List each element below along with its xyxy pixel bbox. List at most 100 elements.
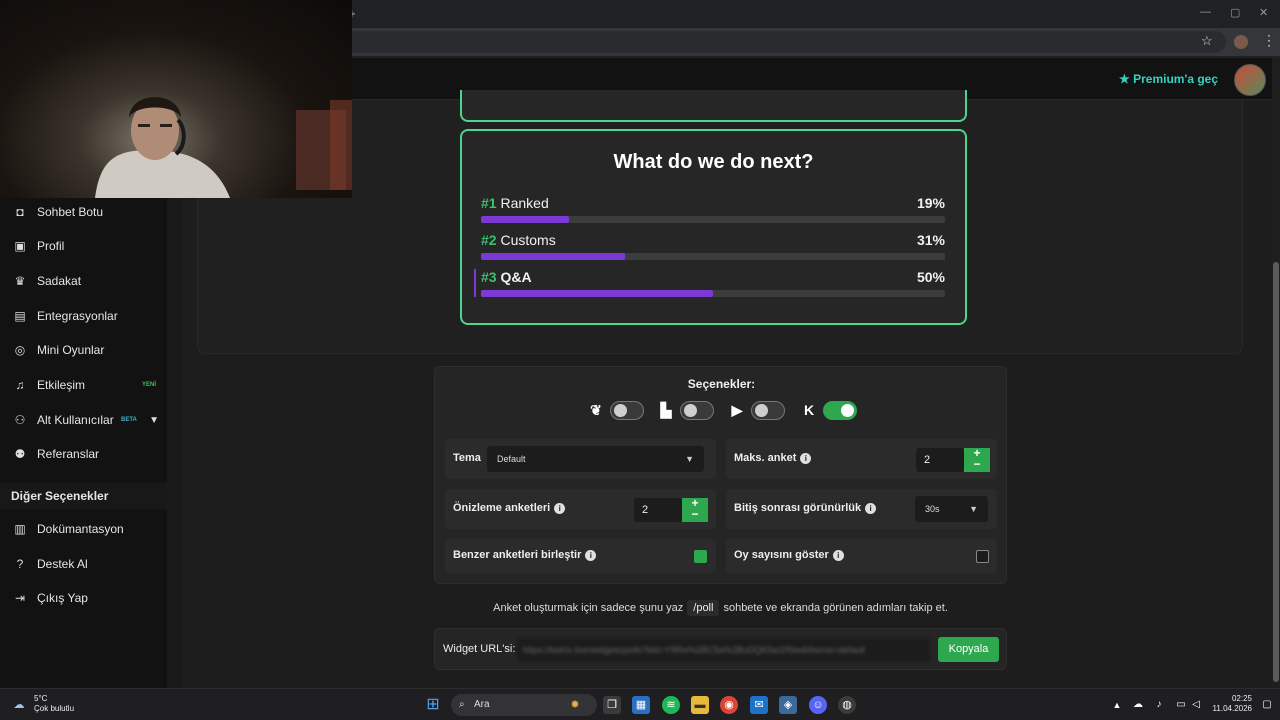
poll-option-number: #3 — [481, 269, 497, 285]
sidebar-item-docs[interactable]: ▥ Dokümantasyon — [0, 514, 167, 544]
chevron-up-icon[interactable]: ▲ — [1108, 696, 1126, 714]
weather-widget[interactable]: 5°C Çok bulutlu — [34, 694, 74, 714]
poll-option-label: Customs — [500, 232, 556, 248]
sidebar-item-minigames[interactable]: ◎ Mini Oyunlar — [0, 335, 167, 365]
chrome-icon[interactable]: ◉ — [720, 696, 738, 714]
platform-toggle[interactable] — [751, 401, 785, 420]
music-note-icon: ♫ — [15, 378, 25, 392]
minimize-button[interactable]: — — [1200, 6, 1211, 18]
store-icon[interactable]: ▦ — [632, 696, 650, 714]
time: 02:25 — [1231, 694, 1252, 703]
usage-hint: Anket oluşturmak için sadece şunu yaz/po… — [434, 600, 1007, 616]
sidebar-item-label: Referanslar — [37, 447, 100, 461]
hint-text-after: sohbete ve ekranda görünen adımları taki… — [723, 602, 948, 614]
platform-toggle[interactable] — [610, 401, 644, 420]
sidebar-item-label: Mini Oyunlar — [37, 343, 105, 357]
microphone-icon[interactable]: ♪ — [1150, 696, 1168, 714]
vpn-icon[interactable]: ◈ — [779, 696, 797, 714]
premium-label: Premium'a geç — [1133, 72, 1218, 86]
sidebar-item-label: Etkileşim — [37, 378, 86, 392]
maximize-button[interactable]: ▢ — [1230, 6, 1240, 19]
bookmark-star-icon[interactable]: ☆ — [1201, 33, 1213, 49]
scrollbar-thumb[interactable] — [1273, 262, 1279, 682]
poll-bar-track — [481, 290, 945, 297]
premium-button[interactable]: ★ Premium'a geç — [1119, 72, 1218, 86]
platform-toggle[interactable] — [680, 401, 714, 420]
taskbar-clock[interactable]: 02:25 11.04.2026 — [1206, 694, 1252, 714]
search-icon: ⌕ — [459, 699, 465, 710]
file-explorer-icon[interactable]: ▬ — [691, 696, 709, 714]
chevron-down-icon[interactable]: ▼ — [149, 415, 159, 426]
poll-bar-fill — [481, 290, 713, 297]
webcam-overlay — [0, 0, 352, 198]
star-icon: ★ — [1119, 72, 1130, 86]
widget-url-field[interactable]: https://botrix.live/widgets/polls?bid=Y9… — [517, 638, 930, 662]
sidebar-item-profile[interactable]: ▣ Profil — [0, 231, 167, 261]
cloud-icon: ☁ — [13, 699, 25, 711]
max-polls-label: Maks. anket — [734, 452, 797, 464]
max-polls-stepper[interactable]: + − — [964, 447, 990, 472]
show-votes-label: Oy sayısını göster — [734, 549, 829, 561]
youtube-icon: ▶ — [731, 402, 743, 418]
merge-label: Benzer anketleri birleştir — [453, 549, 582, 561]
poll-option-percent: 19% — [916, 195, 945, 211]
info-icon[interactable]: i — [800, 452, 812, 464]
preview-polls-setting: Önizleme anketleri i 2 + − — [445, 489, 716, 529]
merge-setting: Benzer anketleri birleştir i — [445, 539, 716, 573]
avatar[interactable] — [1234, 64, 1266, 96]
post-visibility-select[interactable]: 30s ▼ — [915, 496, 988, 522]
volume-icon[interactable]: ◁ — [1187, 696, 1205, 714]
robot-icon: ◘ — [16, 205, 24, 219]
date: 11.04.2026 — [1212, 704, 1252, 713]
chevron-down-icon: ▼ — [969, 504, 978, 514]
sidebar-item-logout[interactable]: ⇥ Çıkış Yap — [0, 583, 167, 613]
sidebar-item-interaction[interactable]: ♫ Etkileşim YENİ — [0, 370, 167, 400]
mail-icon[interactable]: ✉ — [750, 696, 768, 714]
sidebar-item-referrals[interactable]: ⚉ Referanslar — [0, 439, 167, 469]
poll-bar-track — [481, 253, 945, 260]
sidebar-item-chatbot[interactable]: ◘ Sohbet Botu — [0, 197, 167, 227]
onedrive-icon[interactable]: ☁ — [1129, 696, 1147, 714]
preview-polls-stepper[interactable]: + − — [682, 497, 708, 522]
merge-checkbox[interactable] — [694, 550, 707, 563]
show-votes-checkbox[interactable] — [976, 550, 989, 563]
poll-card: What do we do next? #1 Ranked 19% #2 Cus… — [460, 129, 967, 325]
poll-bar-fill — [481, 253, 625, 260]
poll-bar-fill — [481, 216, 570, 223]
webcam-person-image — [95, 97, 352, 198]
selection-indicator — [474, 269, 476, 297]
preview-polls-input[interactable]: 2 — [634, 498, 682, 522]
info-icon[interactable]: i — [865, 502, 877, 514]
platform-toggle[interactable] — [823, 401, 857, 420]
copy-button[interactable]: Kopyala — [938, 637, 999, 662]
info-icon[interactable]: i — [554, 502, 566, 514]
spotify-icon[interactable]: ≋ — [662, 696, 680, 714]
widget-url-panel: Widget URL'si: https://botrix.live/widge… — [434, 628, 1007, 670]
notification-icon[interactable]: ▢ — [1258, 696, 1276, 714]
poll-option: #2 Customs 31% — [481, 232, 947, 262]
extension-icon[interactable] — [1234, 35, 1248, 49]
info-icon[interactable]: i — [832, 549, 844, 561]
sidebar-item-label: Çıkış Yap — [37, 591, 88, 605]
browser-menu-icon[interactable]: ⋮ — [1262, 32, 1276, 49]
discord-icon[interactable]: ☺ — [809, 696, 827, 714]
sidebar-item-subusers[interactable]: ⚇ Alt Kullanıcılar BETA ▼ — [0, 405, 167, 435]
windows-start-icon[interactable]: ⊞ — [424, 696, 442, 714]
theme-select[interactable]: Default ▼ — [487, 446, 704, 472]
poll-option-percent: 50% — [916, 269, 945, 285]
task-view-icon[interactable]: ❐ — [603, 696, 621, 714]
close-button[interactable]: ✕ — [1259, 6, 1268, 19]
info-icon[interactable]: i — [585, 549, 597, 561]
sidebar-item-loyalty[interactable]: ♛ Sadakat — [0, 266, 167, 296]
weather-condition: Çok bulutlu — [34, 704, 75, 713]
windows-taskbar: ☁ 5°C Çok bulutlu ⊞ ⌕ Ara ✸ ❐ ▦ ≋ ▬ ◉ ✉ ◈ … — [0, 688, 1280, 720]
sidebar-item-integrations[interactable]: ▤ Entegrasyonlar — [0, 301, 167, 331]
id-card-icon: ▣ — [14, 239, 26, 253]
search-highlight-icon: ✸ — [570, 699, 580, 711]
kick-logo-icon: ❦ — [590, 402, 602, 418]
app-icon[interactable]: ◍ — [838, 696, 856, 714]
sidebar-item-support[interactable]: ? Destek Al — [0, 549, 167, 579]
poll-option: #3 Q&A 50% — [481, 269, 947, 299]
max-polls-input[interactable]: 2 — [916, 448, 964, 472]
options-panel: Seçenekler: ❦ ▙ ▶ K Tema Default ▼ Maks. … — [434, 366, 1007, 584]
